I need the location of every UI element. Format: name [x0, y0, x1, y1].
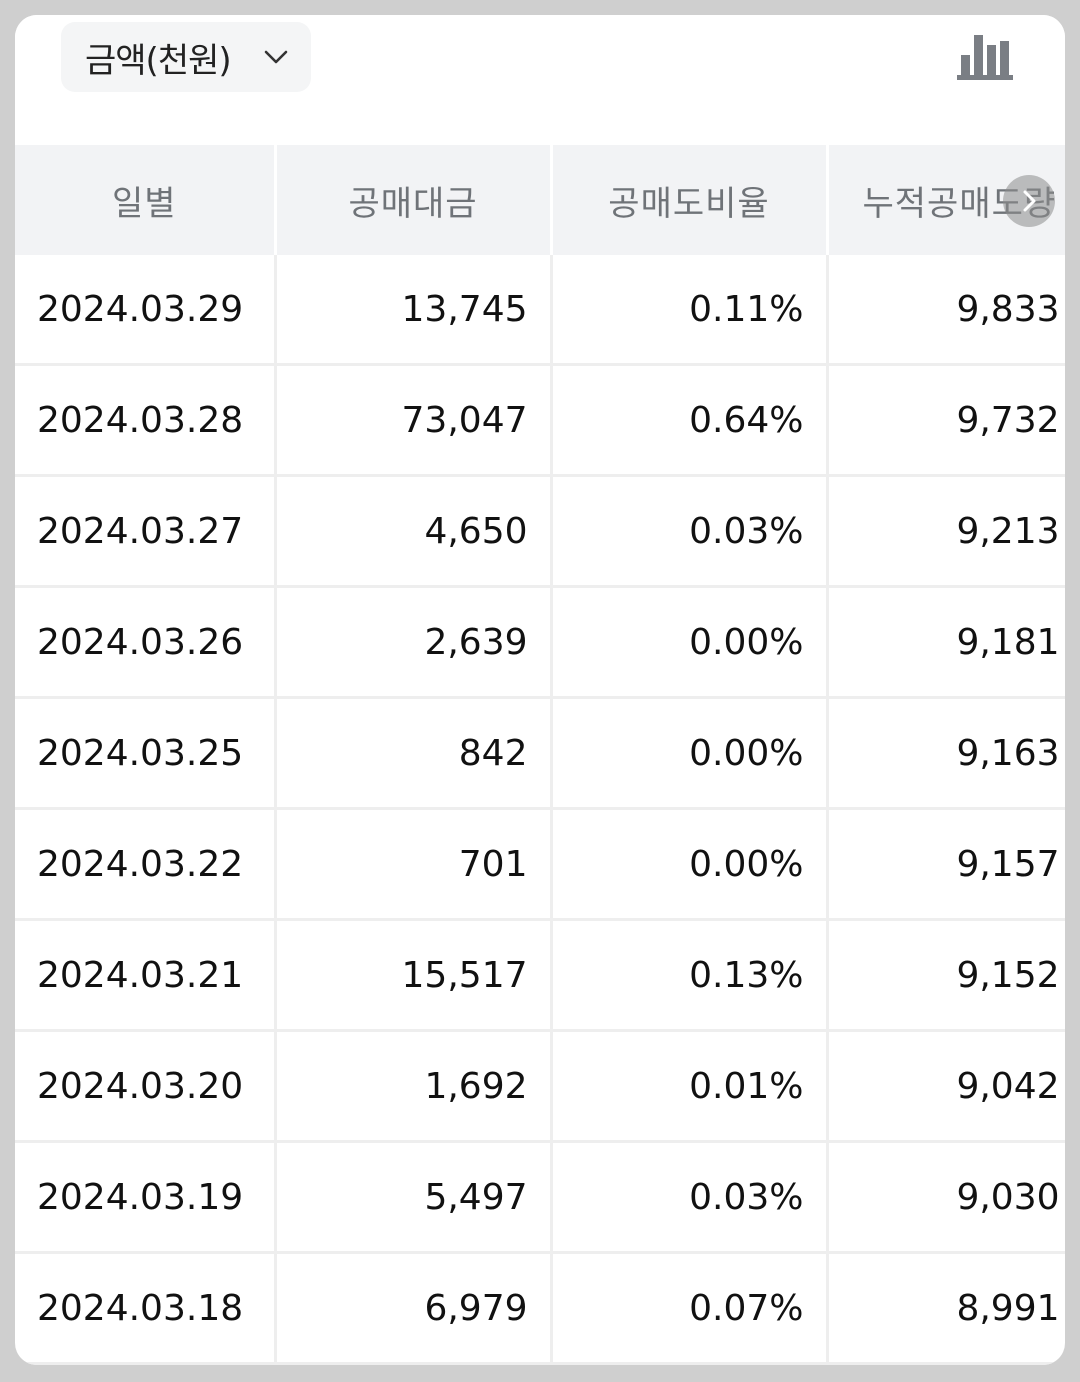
cell-ratio: 0.00%: [551, 586, 829, 699]
table-header-row: 일별 공매대금 공매도비율 누적공매도량: [15, 145, 1065, 255]
cell-amount: 2,639: [275, 586, 553, 699]
cell-cumulative: 9,833: [827, 255, 1065, 366]
cell-cumulative: 9,152: [827, 919, 1065, 1032]
cell-ratio: 0.03%: [551, 475, 829, 588]
table-row: 2024.03.19 5,497 0.03% 9,030: [15, 1141, 1065, 1254]
table-row: 2024.03.27 4,650 0.03% 9,213: [15, 475, 1065, 588]
cell-cumulative: 9,042: [827, 1030, 1065, 1143]
cell-date: 2024.03.25: [15, 697, 277, 810]
cell-date: 2024.03.18: [15, 1252, 277, 1365]
short-selling-card: 금액(천원) 일별 공매대금 공매도비율 누적공매도량 2024.03.29 1…: [15, 15, 1065, 1365]
cell-amount: 1,692: [275, 1030, 553, 1143]
cell-date: 2024.03.26: [15, 586, 277, 699]
cell-cumulative: 9,163: [827, 697, 1065, 810]
cell-amount: 15,517: [275, 919, 553, 1032]
cell-date: 2024.03.29: [15, 255, 277, 366]
cell-ratio: 0.64%: [551, 364, 829, 477]
short-selling-table: 일별 공매대금 공매도비율 누적공매도량 2024.03.29 13,745 0…: [15, 145, 1065, 1365]
cell-ratio: 0.01%: [551, 1030, 829, 1143]
cell-amount: 842: [275, 697, 553, 810]
chevron-right-icon: [1023, 190, 1036, 212]
cell-cumulative: 9,732: [827, 364, 1065, 477]
cell-ratio: 0.00%: [551, 808, 829, 921]
table-row: 2024.03.28 73,047 0.64% 9,732: [15, 364, 1065, 477]
scroll-right-button[interactable]: [1003, 175, 1055, 227]
cell-date: 2024.03.21: [15, 919, 277, 1032]
chevron-down-icon: [263, 44, 289, 70]
short-selling-table-container[interactable]: 일별 공매대금 공매도비율 누적공매도량 2024.03.29 13,745 0…: [15, 145, 1065, 1365]
table-row: 2024.03.18 6,979 0.07% 8,991: [15, 1252, 1065, 1365]
unit-selector-label: 금액(천원): [85, 40, 232, 81]
cell-amount: 701: [275, 808, 553, 921]
table-row: 2024.03.21 15,517 0.13% 9,152: [15, 919, 1065, 1032]
cell-cumulative: 9,030: [827, 1141, 1065, 1254]
header-short-amount: 공매대금: [275, 145, 553, 255]
cell-date: 2024.03.19: [15, 1141, 277, 1254]
cell-ratio: 0.11%: [551, 255, 829, 366]
table-row: 2024.03.25 842 0.00% 9,163: [15, 697, 1065, 810]
cell-ratio: 0.03%: [551, 1141, 829, 1254]
cell-amount: 13,745: [275, 255, 553, 366]
cell-amount: 6,979: [275, 1252, 553, 1365]
bar-chart-icon: [957, 35, 1013, 80]
cell-cumulative: 8,991: [827, 1252, 1065, 1365]
chart-toggle-button[interactable]: [953, 33, 1015, 81]
cell-ratio: 0.07%: [551, 1252, 829, 1365]
cell-amount: 73,047: [275, 364, 553, 477]
cell-date: 2024.03.27: [15, 475, 277, 588]
cell-date: 2024.03.28: [15, 364, 277, 477]
cell-amount: 4,650: [275, 475, 553, 588]
table-row: 2024.03.22 701 0.00% 9,157: [15, 808, 1065, 921]
header-date: 일별: [15, 145, 277, 255]
header-short-ratio: 공매도비율: [551, 145, 829, 255]
cell-cumulative: 9,157: [827, 808, 1065, 921]
cell-cumulative: 9,181: [827, 586, 1065, 699]
cell-cumulative: 9,213: [827, 475, 1065, 588]
toolbar: 금액(천원): [15, 15, 1065, 145]
unit-selector[interactable]: 금액(천원): [61, 22, 311, 92]
cell-date: 2024.03.22: [15, 808, 277, 921]
cell-ratio: 0.00%: [551, 697, 829, 810]
table-row: 2024.03.29 13,745 0.11% 9,833: [15, 255, 1065, 366]
cell-ratio: 0.13%: [551, 919, 829, 1032]
table-row: 2024.03.26 2,639 0.00% 9,181: [15, 586, 1065, 699]
table-row: 2024.03.20 1,692 0.01% 9,042: [15, 1030, 1065, 1143]
cell-amount: 5,497: [275, 1141, 553, 1254]
cell-date: 2024.03.20: [15, 1030, 277, 1143]
